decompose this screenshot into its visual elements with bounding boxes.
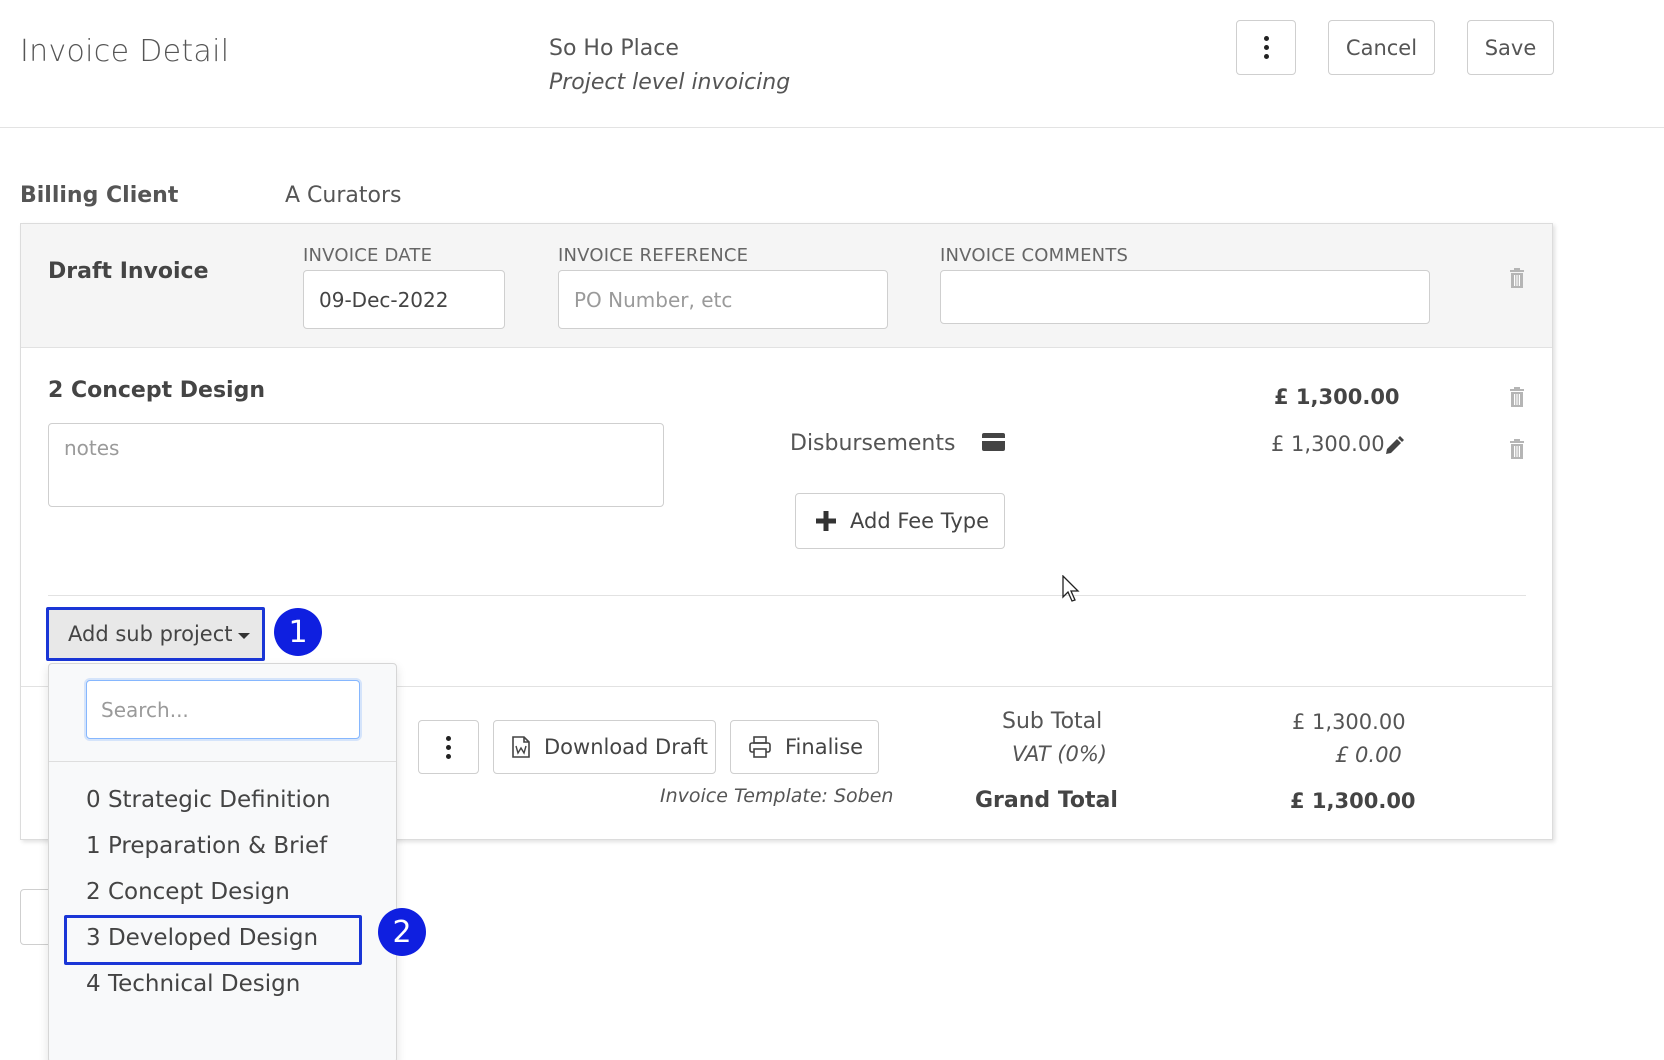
edit-pencil-icon[interactable] <box>1384 436 1404 456</box>
invoice-template-note: Invoice Template: Soben <box>660 785 894 807</box>
invoice-date-label: INVOICE DATE <box>303 245 433 266</box>
dropdown-item[interactable]: 1 Preparation & Brief <box>86 833 327 859</box>
cancel-button[interactable]: Cancel <box>1328 20 1435 75</box>
delete-section-trash-icon[interactable] <box>1509 387 1525 407</box>
caret-down-icon <box>238 632 251 639</box>
invoice-comments-label: INVOICE COMMENTS <box>940 245 1129 266</box>
billing-client-label: Billing Client <box>20 183 179 208</box>
word-document-icon <box>512 736 530 758</box>
step-badge-1: 1 <box>274 608 322 656</box>
dropdown-item[interactable]: 4 Technical Design <box>86 971 300 997</box>
sub-project-search-input[interactable] <box>86 680 360 739</box>
section-amount: £ 1,300.00 <box>1274 385 1400 409</box>
grand-total-label: Grand Total <box>975 788 1118 813</box>
draft-invoice-title: Draft Invoice <box>48 259 209 284</box>
kebab-icon <box>1263 36 1269 59</box>
dropdown-item-highlight <box>64 915 362 965</box>
add-fee-type-button[interactable]: Add Fee Type <box>795 493 1005 549</box>
download-draft-button[interactable]: Download Draft <box>493 720 716 774</box>
finalise-label: Finalise <box>785 735 864 759</box>
invoice-reference-field[interactable]: PO Number, etc <box>558 270 888 329</box>
project-subtitle: Project level invoicing <box>549 70 791 95</box>
dropdown-item[interactable]: 2 Concept Design <box>86 879 290 905</box>
add-sub-project-label: Add sub project <box>68 622 233 646</box>
vat-label: VAT (0%) <box>1012 742 1107 766</box>
delete-invoice-trash-icon[interactable] <box>1509 268 1525 288</box>
section-divider <box>48 595 1526 596</box>
finalise-button[interactable]: Finalise <box>730 720 879 774</box>
section-title: 2 Concept Design <box>48 378 266 403</box>
credit-card-icon <box>982 433 1005 451</box>
notes-textarea[interactable]: notes <box>48 423 664 507</box>
project-name: So Ho Place <box>549 36 679 61</box>
page-title: Invoice Detail <box>20 34 230 69</box>
subtotal-value: £ 1,300.00 <box>1292 710 1406 734</box>
printer-icon <box>749 736 771 758</box>
download-draft-label: Download Draft <box>544 735 708 759</box>
invoice-comments-field[interactable] <box>940 270 1430 324</box>
subtotal-label: Sub Total <box>1002 709 1103 734</box>
more-options-button[interactable] <box>1236 20 1296 75</box>
add-sub-project-button[interactable]: Add sub project <box>46 607 265 661</box>
invoice-date-field[interactable]: 09-Dec-2022 <box>303 270 505 329</box>
mouse-cursor-icon <box>1062 575 1080 602</box>
dropdown-divider <box>49 761 396 762</box>
disbursements-amount: £ 1,300.00 <box>1271 432 1385 456</box>
billing-client-value: A Curators <box>285 183 402 208</box>
footer-more-options-button[interactable] <box>418 720 479 774</box>
delete-disbursement-trash-icon[interactable] <box>1509 439 1525 459</box>
header-divider <box>0 127 1664 128</box>
dropdown-item[interactable]: 0 Strategic Definition <box>86 787 331 813</box>
grand-total-value: £ 1,300.00 <box>1290 789 1416 813</box>
kebab-icon <box>446 735 451 759</box>
vat-value: £ 0.00 <box>1335 743 1402 767</box>
step-badge-2: 2 <box>378 908 426 956</box>
save-button[interactable]: Save <box>1467 20 1554 75</box>
disbursements-label: Disbursements <box>790 431 956 456</box>
invoice-reference-label: INVOICE REFERENCE <box>558 245 749 266</box>
plus-icon <box>816 511 836 531</box>
add-fee-type-label: Add Fee Type <box>850 509 990 533</box>
